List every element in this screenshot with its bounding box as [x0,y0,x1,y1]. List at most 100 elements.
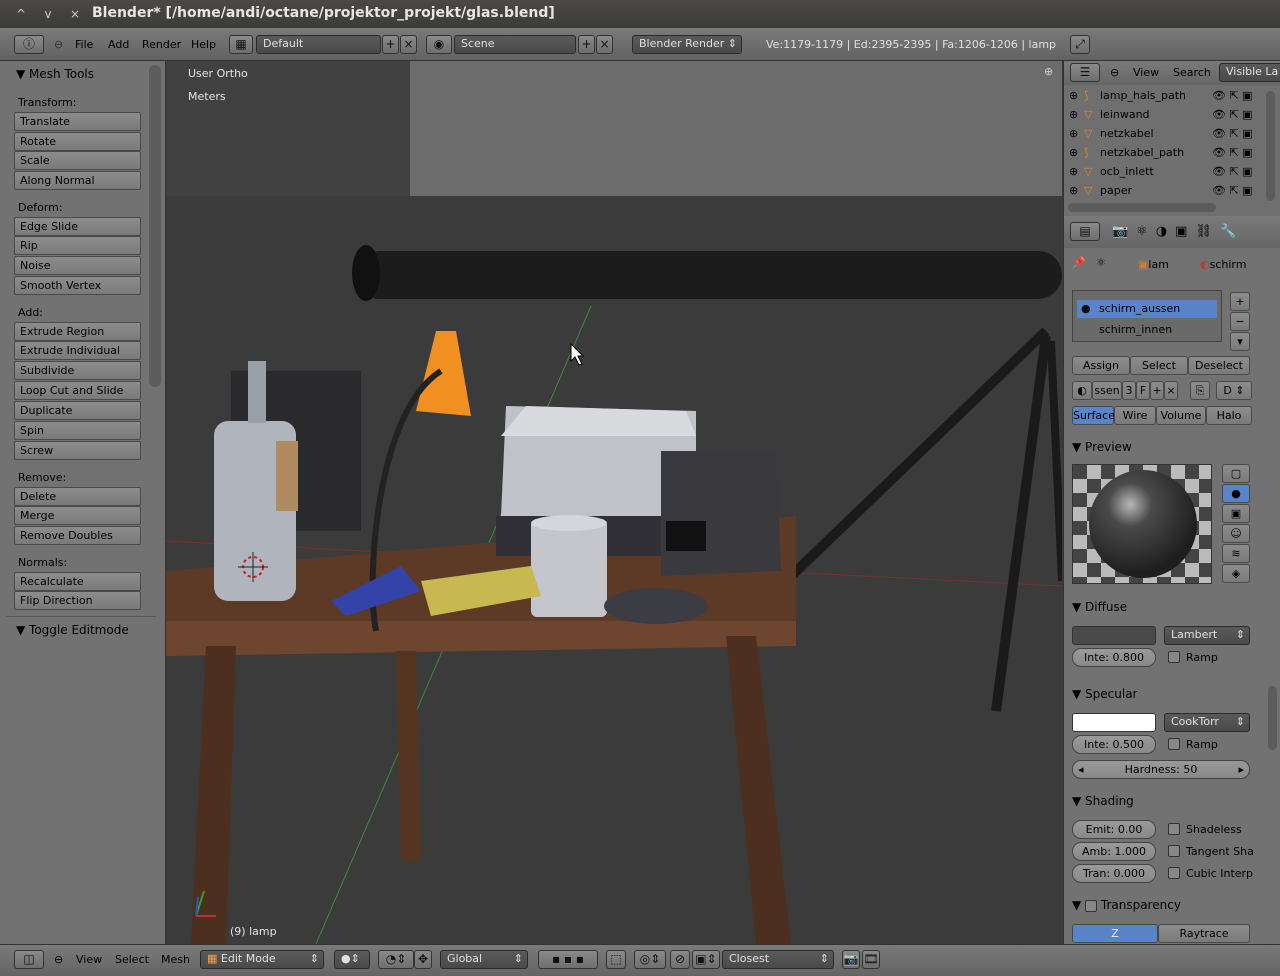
orientation-select[interactable]: Global ⇕ [440,950,528,969]
cubic-interp-checkbox[interactable] [1168,867,1180,879]
pivot-select-icon[interactable]: ◔⇕ [378,950,414,969]
outliner-item[interactable]: ⊕ ▽ netzkabel 👁 ⇱ ▣ [1064,124,1264,143]
context-tabs[interactable]: 📷⚛◑▣⛓🔧 [1112,224,1244,239]
spin-button[interactable]: Spin [14,421,141,440]
editor-type-3dview-icon[interactable]: ◫ [14,950,44,969]
fullscreen-icon[interactable]: ⤢ [1070,35,1090,54]
rip-button[interactable]: Rip [14,236,141,255]
snap-element-icon[interactable]: ▣⇕ [692,950,720,969]
delete-button[interactable]: Delete [14,487,141,506]
specular-panel-header[interactable]: ▼ Specular [1072,687,1138,701]
translucency-field[interactable]: Tran: 0.000 [1072,864,1156,883]
diffuse-intensity[interactable]: Inte: 0.800 [1072,648,1156,667]
layout-icon[interactable]: ▦ [229,35,253,54]
tab-surface[interactable]: Surface [1072,406,1115,425]
material-browse-icon[interactable]: ◐ [1072,381,1092,400]
mesh-tools-panel-header[interactable]: ▼ Mesh Tools [16,67,94,81]
noise-button[interactable]: Noise [14,256,141,275]
transparency-checkbox[interactable] [1085,899,1098,912]
extrude-region-button[interactable]: Extrude Region [14,322,141,341]
tab-halo[interactable]: Halo [1206,406,1252,425]
material-slot-active[interactable]: ● schirm_aussen [1077,300,1217,318]
scene-selector[interactable]: Scene [454,35,576,54]
material-slot[interactable]: schirm_innen [1077,321,1217,339]
extrude-individual-button[interactable]: Extrude Individual [14,341,141,360]
tab-volume[interactable]: Volume [1156,406,1206,425]
scale-button[interactable]: Scale [14,151,141,170]
render-icon[interactable]: 📷 [842,950,860,969]
tab-wire[interactable]: Wire [1114,406,1156,425]
preview-sky-icon[interactable]: ◈ [1222,564,1250,583]
outliner-item[interactable]: ⊕ ⟆ netzkabel_path 👁 ⇱ ▣ [1064,143,1264,162]
properties-scrollbar[interactable] [1268,686,1277,750]
raytrace-button[interactable]: Raytrace [1158,924,1250,943]
scene-icon[interactable]: ◉ [426,35,452,54]
outliner-v-scrollbar[interactable] [1266,91,1275,201]
menu-select[interactable]: Select [115,953,149,966]
fake-user-toggle[interactable]: F [1136,381,1150,400]
z-transparency-button[interactable]: Z Transparency [1072,924,1158,943]
diffuse-ramp-checkbox[interactable] [1168,651,1180,663]
emit-field[interactable]: Emit: 0.00 [1072,820,1156,839]
manipulator-toggle-icon[interactable]: ✥ [414,950,432,969]
shadeless-checkbox[interactable] [1168,823,1180,835]
outliner-item[interactable]: ⊕ ▽ ocb_inlett 👁 ⇱ ▣ [1064,162,1264,181]
breadcrumb-object[interactable]: ▣lam [1138,258,1169,271]
along-normal-button[interactable]: Along Normal [14,171,141,190]
slot-add-icon[interactable]: + [1230,292,1250,311]
slot-remove-icon[interactable]: − [1230,312,1250,331]
specular-color[interactable] [1072,713,1156,732]
window-maximize-icon[interactable]: ^ [13,6,29,22]
material-users[interactable]: 3 [1122,381,1136,400]
hardness-slider[interactable]: ◂ Hardness: 50 ▸ [1072,760,1250,779]
window-close-icon[interactable]: × [67,6,83,22]
preview-sphere-icon[interactable]: ● [1222,484,1250,503]
layout-selector[interactable]: Default [256,35,381,54]
loop-cut-button[interactable]: Loop Cut and Slide [14,381,141,400]
material-unlink-icon[interactable]: × [1164,381,1178,400]
specular-shader-select[interactable]: CookTorr ⇕ [1164,713,1250,732]
outliner-item[interactable]: ⊕ ▽ paper 👁 ⇱ ▣ [1064,181,1264,200]
breadcrumb-material[interactable]: ◐schirm [1200,258,1246,271]
specular-ramp-checkbox[interactable] [1168,738,1180,750]
flip-direction-button[interactable]: Flip Direction [14,591,141,610]
shading-panel-header[interactable]: ▼ Shading [1072,794,1134,808]
material-copy-icon[interactable]: ⎘ [1190,381,1210,400]
bottom-collapse-icon[interactable]: ⊖ [54,953,63,966]
outliner-item[interactable]: ⊕ ▽ leinwand 👁 ⇱ ▣ [1064,105,1264,124]
editor-type-info-icon[interactable]: ⓘ [14,35,44,54]
outliner-filter-select[interactable]: Visible La [1219,63,1280,82]
pin-icon[interactable]: 📌 [1072,256,1086,269]
outliner-item[interactable]: ⊕ ⟆ lamp_hals_path 👁 ⇱ ▣ [1064,86,1264,105]
subdivide-button[interactable]: Subdivide [14,361,141,380]
transparency-panel-header[interactable]: ▼ Transparency [1072,898,1181,912]
snap-toggle-icon[interactable]: ⊘ [670,950,690,969]
mode-select[interactable]: ▦ Edit Mode ⇕ [200,950,324,969]
menu-render[interactable]: Render [142,38,181,51]
tool-shelf-scrollbar[interactable] [149,65,161,387]
layout-remove-icon[interactable]: × [400,35,417,54]
menu-add[interactable]: Add [108,38,129,51]
remove-doubles-button[interactable]: Remove Doubles [14,526,141,545]
outliner-collapse-icon[interactable]: ⊖ [1110,66,1119,79]
menu-help[interactable]: Help [191,38,216,51]
assign-button[interactable]: Assign [1072,356,1130,375]
properties-editor-icon[interactable]: ▤ [1070,222,1100,241]
preview-cube-icon[interactable]: ▣ [1222,504,1250,523]
slot-specials-icon[interactable]: ▾ [1230,332,1250,351]
rotate-button[interactable]: Rotate [14,132,141,151]
screw-button[interactable]: Screw [14,441,141,460]
preview-hair-icon[interactable]: ≋ [1222,544,1250,563]
diffuse-color[interactable] [1072,626,1156,645]
outliner-menu-search[interactable]: Search [1173,66,1211,79]
render-anim-icon[interactable]: 🎞 [862,950,880,969]
scene-add-icon[interactable]: + [578,35,595,54]
preview-flat-icon[interactable]: ▢ [1222,464,1250,483]
material-new-icon[interactable]: + [1150,381,1164,400]
merge-button[interactable]: Merge [14,506,141,525]
window-minimize-icon[interactable]: v [40,6,56,22]
ambient-field[interactable]: Amb: 1.000 [1072,842,1156,861]
viewport-corner-add-icon[interactable]: ⊕ [1044,65,1053,78]
collapse-menu-icon[interactable]: ⊖ [54,38,63,51]
toggle-editmode-panel-header[interactable]: ▼ Toggle Editmode [16,623,129,637]
